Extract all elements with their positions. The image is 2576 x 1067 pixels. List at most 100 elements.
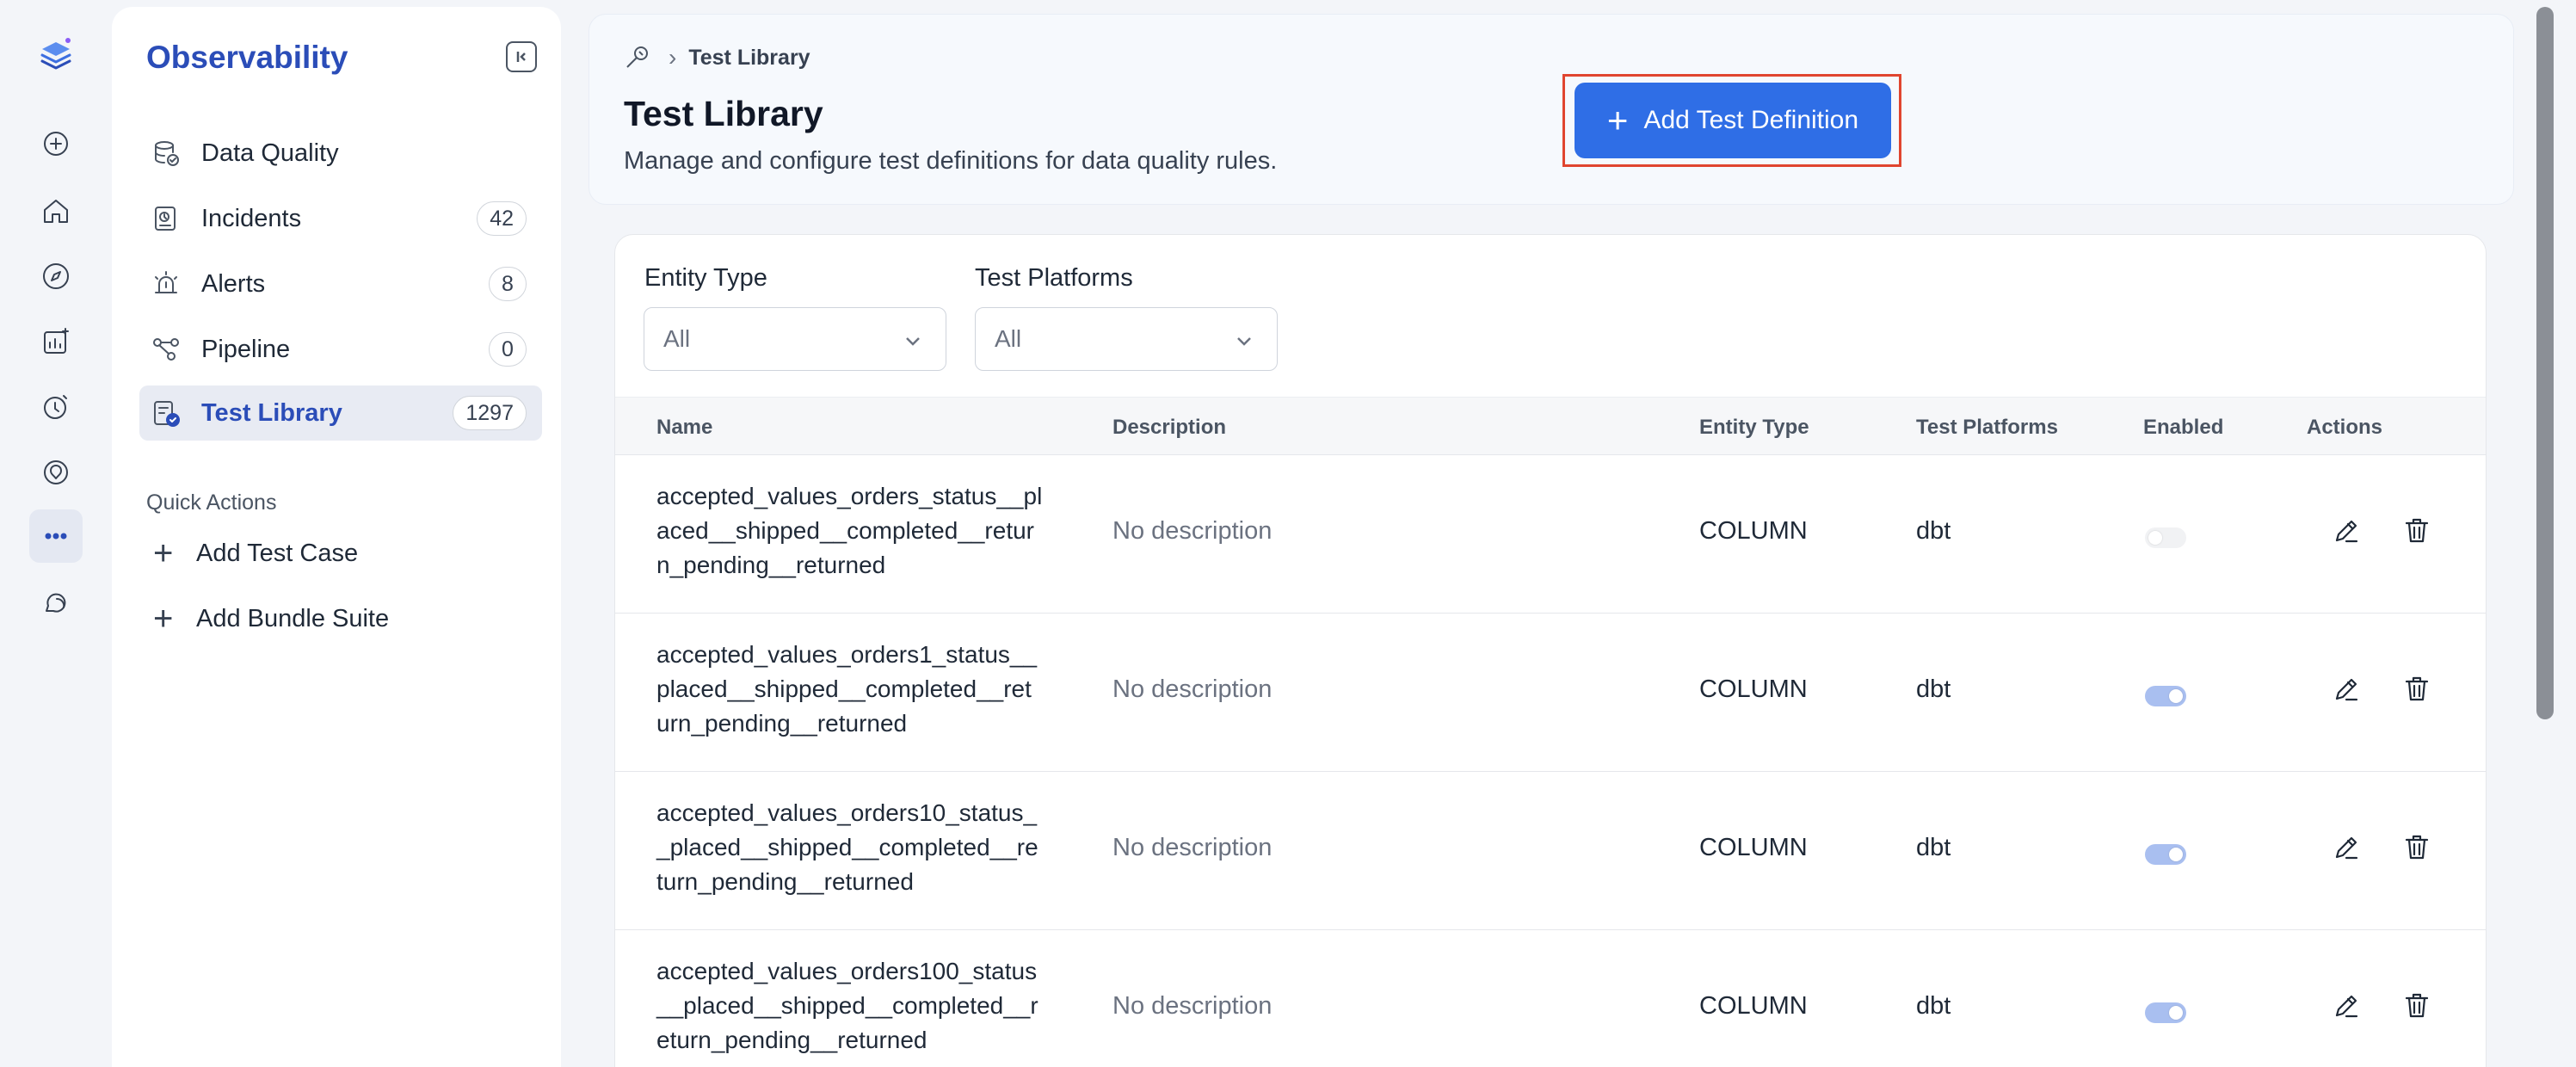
trash-icon bbox=[2405, 518, 2429, 543]
add-icon[interactable] bbox=[29, 117, 83, 170]
test-platforms-filter-label: Test Platforms bbox=[975, 264, 1133, 292]
column-header-enabled: Enabled bbox=[2143, 416, 2224, 439]
chat-icon[interactable] bbox=[29, 577, 83, 630]
delete-button[interactable] bbox=[2398, 670, 2436, 708]
entity-type-filter-label: Entity Type bbox=[644, 264, 767, 292]
test-entity-type: COLUMN bbox=[1699, 834, 1808, 861]
delete-button[interactable] bbox=[2398, 829, 2436, 867]
governance-icon[interactable] bbox=[29, 446, 83, 499]
quick-action-label: Add Bundle Suite bbox=[196, 604, 390, 632]
test-platform: dbt bbox=[1916, 517, 1951, 545]
test-name[interactable]: accepted_values_orders_status__placed__s… bbox=[656, 479, 1044, 583]
test-description: No description bbox=[1112, 675, 1273, 703]
sidebar-item-test-library[interactable]: Test Library 1297 bbox=[139, 385, 542, 441]
sidebar-item-label: Alerts bbox=[201, 269, 266, 298]
collapse-left-icon bbox=[516, 52, 526, 62]
edit-button[interactable] bbox=[2327, 670, 2365, 708]
test-tube-search-icon[interactable] bbox=[622, 42, 653, 73]
enabled-toggle[interactable] bbox=[2145, 686, 2186, 706]
test-library-icon bbox=[150, 397, 182, 429]
chevron-right-icon: › bbox=[669, 44, 677, 71]
edit-button[interactable] bbox=[2327, 512, 2365, 550]
sidebar-item-data-quality[interactable]: Data Quality bbox=[139, 126, 542, 181]
test-platform: dbt bbox=[1916, 992, 1951, 1020]
test-description: No description bbox=[1112, 834, 1273, 861]
test-library-count-badge: 1297 bbox=[453, 396, 527, 430]
column-header-name[interactable]: Name bbox=[656, 416, 712, 440]
enabled-toggle[interactable] bbox=[2145, 1002, 2186, 1023]
edit-button[interactable] bbox=[2327, 987, 2365, 1025]
test-entity-type: COLUMN bbox=[1699, 992, 1808, 1020]
test-platforms-select[interactable]: All bbox=[975, 307, 1278, 371]
test-name[interactable]: accepted_values_orders1_status__placed__… bbox=[656, 638, 1044, 741]
sidebar-item-label: Test Library bbox=[201, 398, 342, 427]
pencil-icon bbox=[2335, 520, 2358, 543]
test-description: No description bbox=[1112, 992, 1273, 1020]
insights-chart-icon[interactable] bbox=[29, 315, 83, 368]
toggle-knob bbox=[2169, 689, 2183, 703]
explore-compass-icon[interactable] bbox=[29, 250, 83, 303]
plus-icon: + bbox=[1606, 100, 1629, 140]
enabled-toggle[interactable] bbox=[2145, 844, 2186, 865]
sidebar-item-pipeline[interactable]: Pipeline 0 bbox=[139, 322, 542, 377]
more-options-icon[interactable] bbox=[29, 509, 83, 563]
pipeline-count-badge: 0 bbox=[489, 332, 527, 367]
column-header-actions: Actions bbox=[2307, 416, 2383, 439]
test-platform: dbt bbox=[1916, 675, 1951, 703]
edit-button[interactable] bbox=[2327, 829, 2365, 867]
incidents-count-badge: 42 bbox=[477, 201, 527, 236]
sidebar-item-alerts[interactable]: Alerts 8 bbox=[139, 256, 542, 311]
chevron-down-icon bbox=[1237, 337, 1251, 346]
quick-action-label: Add Test Case bbox=[196, 539, 359, 567]
toggle-knob bbox=[2148, 531, 2162, 545]
schedule-clock-icon[interactable] bbox=[29, 380, 83, 434]
test-entity-type: COLUMN bbox=[1699, 517, 1808, 545]
scrollbar-thumb[interactable] bbox=[2536, 7, 2554, 719]
add-test-definition-button[interactable]: + Add Test Definition bbox=[1575, 83, 1891, 158]
sidebar-item-label: Incidents bbox=[201, 204, 302, 232]
test-description: No description bbox=[1112, 517, 1273, 545]
add-bundle-suite-action[interactable]: + Add Bundle Suite bbox=[153, 597, 389, 640]
table-row: accepted_values_orders100_status__placed… bbox=[615, 930, 2486, 1067]
alarm-siren-icon bbox=[150, 268, 182, 300]
pencil-icon bbox=[2335, 836, 2358, 860]
enabled-toggle[interactable] bbox=[2145, 527, 2186, 548]
table-row: accepted_values_orders_status__placed__s… bbox=[615, 455, 2486, 614]
entity-type-value: All bbox=[663, 325, 691, 352]
sidebar-title: Observability bbox=[146, 40, 348, 75]
chevron-down-icon bbox=[906, 337, 920, 346]
sidebar-item-incidents[interactable]: Incidents 42 bbox=[139, 191, 542, 246]
page-title: Test Library bbox=[624, 94, 823, 133]
plus-icon: + bbox=[153, 534, 174, 572]
page-subtitle: Manage and configure test definitions fo… bbox=[624, 147, 1278, 175]
delete-button[interactable] bbox=[2398, 512, 2436, 550]
page-header: › Test Library Test Library Manage and c… bbox=[589, 14, 2514, 205]
home-icon[interactable] bbox=[29, 184, 83, 237]
test-platform: dbt bbox=[1916, 834, 1951, 861]
test-name[interactable]: accepted_values_orders10_status__placed_… bbox=[656, 796, 1044, 899]
app-logo-icon[interactable] bbox=[29, 28, 83, 81]
table-row: accepted_values_orders1_status__placed__… bbox=[615, 614, 2486, 772]
pipeline-nodes-icon bbox=[150, 333, 182, 366]
add-test-case-action[interactable]: + Add Test Case bbox=[153, 532, 358, 575]
breadcrumb: › Test Library bbox=[622, 42, 810, 73]
entity-type-select[interactable]: All bbox=[644, 307, 946, 371]
table-row: accepted_values_orders10_status__placed_… bbox=[615, 772, 2486, 930]
test-definitions-card: Entity Type All Test Platforms All Name … bbox=[614, 234, 2487, 1067]
database-check-icon bbox=[150, 137, 182, 170]
sidebar-item-label: Pipeline bbox=[201, 335, 291, 363]
trash-icon bbox=[2405, 676, 2429, 701]
alerts-count-badge: 8 bbox=[489, 267, 527, 301]
column-header-entity-type: Entity Type bbox=[1699, 416, 1809, 439]
test-entity-type: COLUMN bbox=[1699, 675, 1808, 703]
collapse-sidebar-button[interactable] bbox=[506, 41, 537, 72]
table-header: Name Description Entity Type Test Platfo… bbox=[615, 397, 2486, 455]
toggle-knob bbox=[2169, 848, 2183, 861]
column-header-test-platforms: Test Platforms bbox=[1916, 416, 2058, 439]
test-name[interactable]: accepted_values_orders100_status__placed… bbox=[656, 954, 1044, 1058]
delete-button[interactable] bbox=[2398, 987, 2436, 1025]
observability-sidebar: Observability Data Quality Incidents 42 … bbox=[112, 7, 561, 1067]
add-button-label: Add Test Definition bbox=[1643, 106, 1859, 134]
trash-icon bbox=[2405, 993, 2429, 1018]
test-platforms-value: All bbox=[995, 325, 1022, 352]
